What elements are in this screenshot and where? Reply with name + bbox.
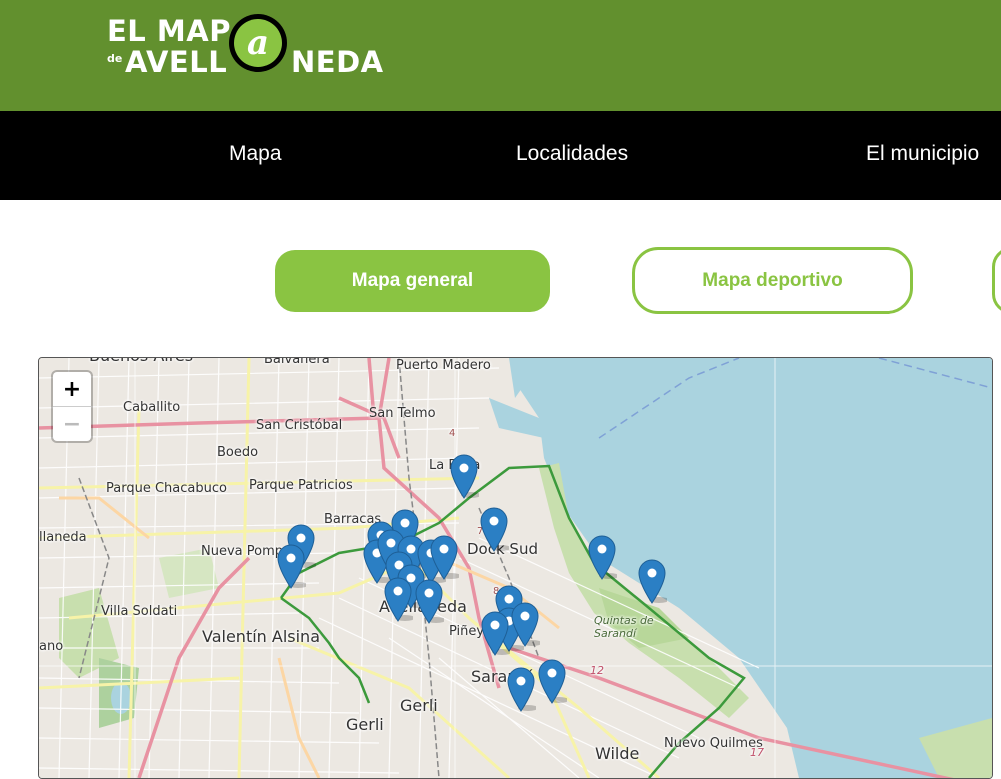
main-nav: Mapa Localidades El municipio: [0, 111, 1001, 200]
logo-text-avell: AVELL: [125, 45, 228, 79]
nav-item-mapa[interactable]: Mapa: [229, 142, 282, 166]
map-label-gerli-2: Gerli: [346, 715, 384, 734]
map-marker-icon[interactable]: [510, 601, 542, 647]
map-marker-icon[interactable]: [429, 534, 461, 580]
mapa-deportivo-button[interactable]: Mapa deportivo: [632, 247, 913, 314]
map-label-puerto-madero: Puerto Madero: [396, 358, 491, 373]
logo-text-de: de: [107, 52, 123, 65]
logo-text-neda: NEDA: [291, 45, 384, 79]
zoom-out-button[interactable]: −: [53, 406, 91, 441]
map-marker-icon[interactable]: [587, 534, 619, 580]
site-logo[interactable]: EL MAP de AVELL a NEDA: [105, 14, 405, 84]
next-map-button[interactable]: [992, 247, 1001, 314]
logo-a-letter: a: [234, 19, 282, 67]
map-label-caballito: Caballito: [123, 400, 181, 415]
map-label-san-cristobal: San Cristóbal: [256, 418, 343, 433]
map-marker-icon[interactable]: [383, 576, 415, 622]
map-label-boedo: Boedo: [217, 445, 259, 460]
map-label-llaneda: llaneda: [39, 530, 87, 545]
map-marker-icon[interactable]: [449, 453, 481, 499]
map-marker-icon[interactable]: [414, 578, 446, 624]
map-label-san-telmo: San Telmo: [369, 406, 436, 421]
map-label-nuevo-quilmes: Nuevo Quilmes: [664, 736, 763, 751]
map-label-route-12: 12: [590, 664, 604, 677]
map-label-villa-soldati: Villa Soldati: [101, 604, 178, 619]
map-label-route-17: 17: [750, 746, 764, 759]
map-marker-icon[interactable]: [537, 658, 569, 704]
map-label-quintas-de-sarandi: Quintas de Sarandí: [594, 614, 654, 640]
map-view[interactable]: Buenos Aires Balvanera Puerto Madero Cab…: [38, 357, 993, 779]
logo-text-el-map: EL MAP: [107, 14, 231, 48]
map-label-wilde: Wilde: [595, 744, 640, 763]
site-header: EL MAP de AVELL a NEDA: [0, 0, 1001, 111]
zoom-control: + −: [53, 372, 91, 441]
map-label-valentin-alsina: Valentín Alsina: [202, 627, 320, 646]
map-marker-icon[interactable]: [506, 666, 538, 712]
map-marker-icon[interactable]: [480, 610, 512, 656]
zoom-in-button[interactable]: +: [53, 372, 91, 406]
map-marker-icon[interactable]: [276, 543, 308, 589]
map-label-balvanera: Balvanera: [264, 357, 330, 367]
map-label-route-4: 4: [449, 428, 456, 439]
logo-a-icon: a: [229, 14, 287, 72]
nav-item-el-municipio[interactable]: El municipio: [866, 142, 979, 166]
map-label-gerli: Gerli: [400, 696, 438, 715]
map-marker-icon[interactable]: [637, 558, 669, 604]
map-marker-icon[interactable]: [479, 506, 511, 552]
map-tiles: [39, 358, 992, 778]
map-label-parque-patricios: Parque Patricios: [249, 478, 353, 493]
map-label-parque-chacabuco: Parque Chacabuco: [106, 481, 227, 496]
mapa-general-button[interactable]: Mapa general: [275, 250, 550, 312]
map-label-ano: ano: [39, 639, 64, 654]
nav-item-localidades[interactable]: Localidades: [516, 142, 628, 166]
map-label-buenos-aires: Buenos Aires: [89, 358, 193, 365]
